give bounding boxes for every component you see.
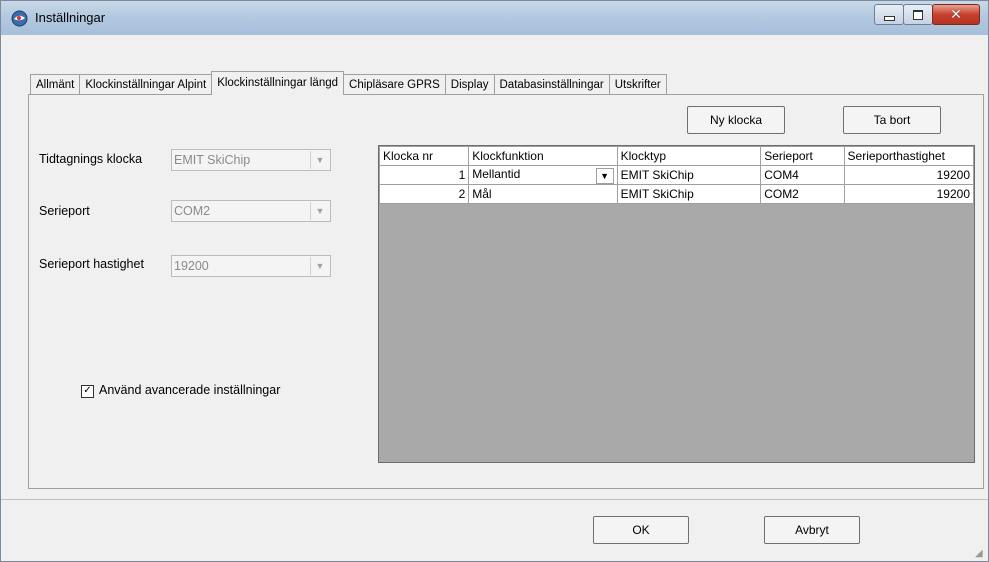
- maximize-icon: [913, 9, 923, 20]
- advanced-checkbox[interactable]: ✓: [81, 385, 94, 398]
- col-header-type[interactable]: Klocktyp: [616, 146, 762, 166]
- serial-port-select[interactable]: COM2 ▼: [171, 200, 331, 222]
- clock-table: Klocka nr Klockfunktion Klocktyp Seriepo…: [378, 146, 975, 204]
- serial-port-label: Serieport: [39, 204, 90, 218]
- cell-nr[interactable]: 2: [378, 184, 470, 204]
- resize-grip-icon[interactable]: ◢: [975, 548, 985, 559]
- col-header-speed[interactable]: Serieporthastighet: [843, 146, 975, 166]
- table-header-row: Klocka nr Klockfunktion Klocktyp Seriepo…: [378, 146, 975, 166]
- chevron-down-icon: ▼: [310, 257, 329, 275]
- app-icon: [11, 10, 28, 27]
- cell-type[interactable]: EMIT SkiChip: [616, 165, 762, 185]
- col-header-port[interactable]: Serieport: [760, 146, 845, 166]
- table-row[interactable]: 2 Mål EMIT SkiChip COM2 19200: [378, 184, 975, 204]
- advanced-label: Använd avancerade inställningar: [99, 383, 281, 397]
- cell-port[interactable]: COM2: [760, 184, 845, 204]
- serial-speed-label: Serieport hastighet: [39, 257, 144, 271]
- col-header-nr[interactable]: Klocka nr: [378, 146, 470, 166]
- serial-speed-value: 19200: [174, 259, 209, 273]
- cell-function: Mellantid: [472, 166, 521, 181]
- cell-speed[interactable]: 19200: [843, 184, 975, 204]
- tab-databas[interactable]: Databasinställningar: [493, 74, 610, 95]
- col-header-function[interactable]: Klockfunktion: [468, 146, 618, 166]
- cell-port[interactable]: COM4: [760, 165, 845, 185]
- cell-function[interactable]: Mål: [468, 184, 618, 204]
- cell-function-dropdown[interactable]: Mellantid ▼: [468, 165, 618, 185]
- delete-button[interactable]: Ta bort: [843, 106, 941, 134]
- new-clock-button[interactable]: Ny klocka: [687, 106, 785, 134]
- chevron-down-icon: ▼: [310, 202, 329, 220]
- cell-speed[interactable]: 19200: [843, 165, 975, 185]
- serial-speed-select[interactable]: 19200 ▼: [171, 255, 331, 277]
- cancel-button[interactable]: Avbryt: [764, 516, 860, 544]
- tab-utskrifter[interactable]: Utskrifter: [608, 74, 667, 95]
- tab-strip: Allmänt Klockinställningar Alpint Klocki…: [30, 71, 667, 95]
- checkmark-icon: ✓: [83, 385, 92, 396]
- tab-chiplasare-gprs[interactable]: Chipläsare GPRS: [343, 74, 446, 95]
- timing-clock-value: EMIT SkiChip: [174, 153, 251, 167]
- close-button[interactable]: ✕: [932, 4, 980, 25]
- tab-klock-langd[interactable]: Klockinställningar längd: [211, 71, 345, 95]
- settings-window: Inställningar ✕ Allmänt Klockinställning…: [0, 0, 989, 562]
- minimize-button[interactable]: [874, 4, 904, 25]
- cell-nr[interactable]: 1: [378, 165, 470, 185]
- chevron-down-icon: ▼: [310, 151, 329, 169]
- tab-klock-alpint[interactable]: Klockinställningar Alpint: [79, 74, 213, 95]
- dropdown-arrow-icon[interactable]: ▼: [595, 167, 614, 184]
- timing-clock-label: Tidtagnings klocka: [39, 152, 143, 166]
- ok-button[interactable]: OK: [593, 516, 689, 544]
- maximize-button[interactable]: [903, 4, 933, 25]
- cell-type[interactable]: EMIT SkiChip: [616, 184, 762, 204]
- clock-grid[interactable]: Klocka nr Klockfunktion Klocktyp Seriepo…: [378, 145, 975, 463]
- divider: [1, 499, 988, 500]
- timing-clock-select[interactable]: EMIT SkiChip ▼: [171, 149, 331, 171]
- tab-allmant[interactable]: Allmänt: [30, 74, 81, 95]
- window-title: Inställningar: [35, 10, 106, 25]
- title-bar[interactable]: Inställningar ✕: [1, 1, 988, 35]
- close-icon: ✕: [950, 6, 962, 23]
- serial-port-value: COM2: [174, 204, 211, 218]
- table-row[interactable]: 1 Mellantid ▼ EMIT SkiChip COM4 19200: [378, 165, 975, 185]
- minimize-icon: [883, 15, 895, 21]
- tab-display[interactable]: Display: [444, 74, 495, 95]
